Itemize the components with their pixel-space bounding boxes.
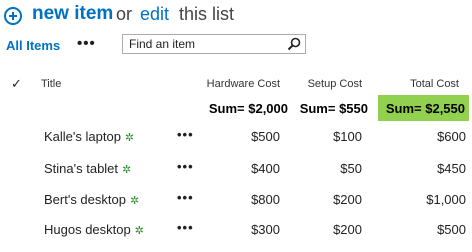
table-row[interactable]: Stina's tablet ✲ ••• $400 $50 $450	[0, 160, 472, 191]
edit-link[interactable]: edit	[140, 4, 169, 25]
item-title-link[interactable]: Kalle's laptop	[44, 129, 121, 144]
new-item-badge-icon: ✲	[134, 225, 144, 237]
sum-value: $2,550	[425, 101, 465, 116]
total-cost-cell: $1,000	[426, 192, 466, 207]
total-cost-cell: $500	[437, 222, 466, 237]
hardware-cost-cell: $300	[251, 222, 280, 237]
sum-label: Sum=	[385, 101, 422, 116]
this-list-text: this list	[179, 4, 235, 24]
item-title[interactable]: Bert's desktop ✲	[44, 192, 139, 207]
new-item-link[interactable]: new item	[32, 3, 113, 25]
sum-label: Sum=	[208, 101, 245, 116]
hardware-cost-cell: $500	[251, 129, 280, 144]
search-input[interactable]	[129, 37, 279, 51]
new-item-badge-icon: ✲	[122, 164, 132, 176]
item-title[interactable]: Kalle's laptop ✲	[44, 129, 134, 144]
setup-cost-cell: $50	[340, 161, 362, 176]
column-header-setup-cost[interactable]: Setup Cost	[290, 78, 362, 90]
table-row[interactable]: Kalle's laptop ✲ ••• $500 $100 $600	[0, 128, 472, 159]
hardware-cost-cell: $400	[251, 161, 280, 176]
item-title-link[interactable]: Bert's desktop	[44, 192, 126, 207]
sum-label: Sum=	[299, 101, 336, 116]
table-row[interactable]: Hugos desktop ✲ ••• $300 $200 $500	[0, 221, 472, 252]
total-cost-sum: Sum= $2,550	[378, 101, 465, 116]
item-title-link[interactable]: Hugos desktop	[44, 222, 131, 237]
setup-cost-cell: $200	[333, 192, 362, 207]
setup-cost-cell: $100	[333, 129, 362, 144]
sum-value: $550	[339, 101, 368, 116]
setup-cost-cell: $200	[333, 222, 362, 237]
new-item-badge-icon: ✲	[129, 195, 140, 207]
total-cost-cell: $450	[437, 161, 466, 176]
setup-cost-sum: Sum= $550	[296, 101, 368, 116]
or-text: or	[116, 4, 133, 24]
hardware-cost-cell: $800	[251, 192, 280, 207]
search-icon[interactable]	[287, 37, 301, 51]
view-selector-all-items[interactable]: All Items	[6, 38, 60, 53]
item-title[interactable]: Stina's tablet ✲	[44, 161, 131, 176]
column-header-hardware-cost[interactable]: Hardware Cost	[182, 78, 280, 90]
plus-circle-icon[interactable]	[4, 7, 22, 25]
hardware-cost-sum: Sum= $2,000	[190, 101, 288, 116]
new-item-badge-icon: ✲	[124, 132, 135, 144]
search-box	[122, 34, 306, 54]
more-views-button[interactable]: •••	[77, 36, 96, 51]
table-row[interactable]: Bert's desktop ✲ ••• $800 $200 $1,000	[0, 191, 472, 222]
item-title[interactable]: Hugos desktop ✲	[44, 222, 144, 237]
item-title-link[interactable]: Stina's tablet	[44, 161, 118, 176]
total-cost-cell: $600	[437, 129, 466, 144]
column-header-total-cost[interactable]: Total Cost	[365, 78, 459, 90]
column-header-title[interactable]: Title	[41, 78, 61, 90]
sum-value: $2,000	[248, 101, 288, 116]
check-icon[interactable]: ✓	[11, 76, 22, 92]
